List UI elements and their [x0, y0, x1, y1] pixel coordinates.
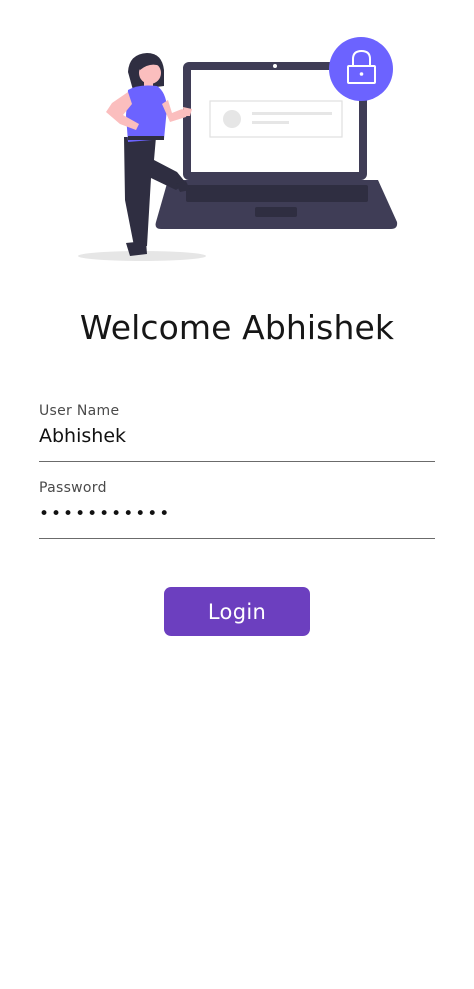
username-label: User Name — [39, 403, 120, 419]
login-button[interactable]: Login — [164, 587, 310, 636]
laptop-login-illustration — [78, 37, 398, 261]
password-label: Password — [39, 480, 107, 496]
password-field[interactable]: Password ••••••••••• — [39, 479, 435, 541]
username-underline — [39, 461, 435, 462]
username-input[interactable]: Abhishek — [39, 424, 435, 448]
hero-illustration — [0, 0, 474, 280]
password-underline — [39, 538, 435, 539]
username-field[interactable]: User Name Abhishek — [39, 402, 435, 464]
page-title: Welcome Abhishek — [79, 308, 395, 347]
password-input[interactable]: ••••••••••• — [39, 503, 435, 525]
